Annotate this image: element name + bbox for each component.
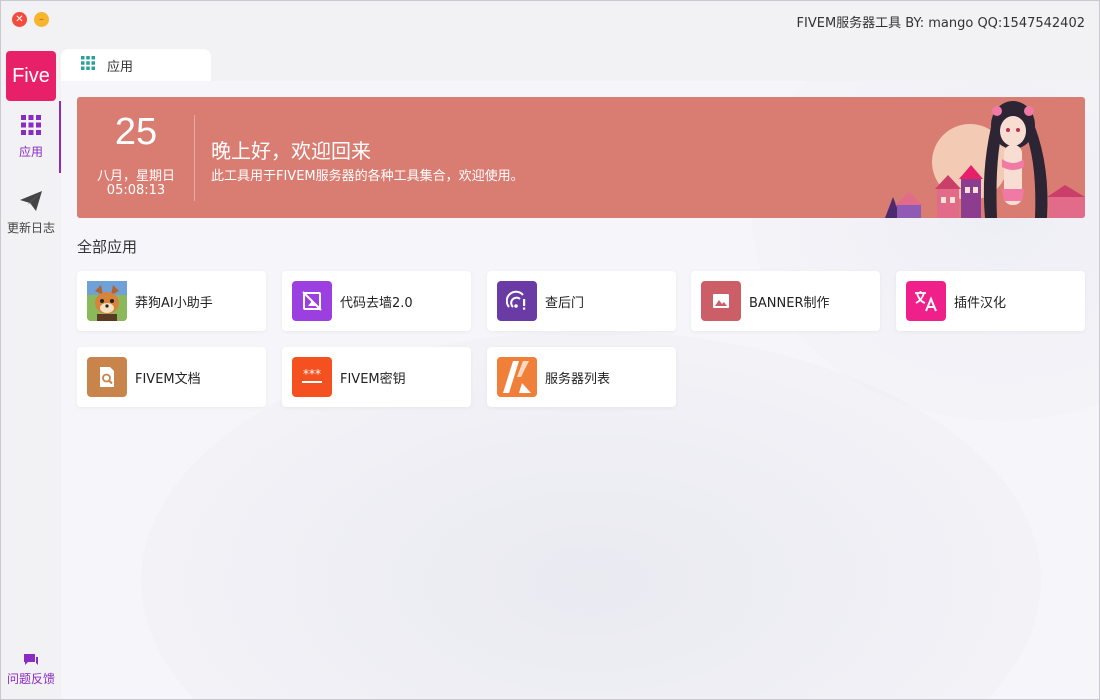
svg-text:***: *** xyxy=(303,367,321,381)
no-image-icon xyxy=(292,281,332,321)
app-card-fivem-docs[interactable]: FIVEM文档 xyxy=(77,347,266,407)
minimize-icon: – xyxy=(39,13,44,25)
section-title: 全部应用 xyxy=(77,238,138,256)
fivem-logo-icon xyxy=(497,357,537,397)
app-card-plugin-translate[interactable]: 插件汉化 xyxy=(896,271,1085,331)
signal-alert-icon xyxy=(497,281,537,321)
password-icon: *** xyxy=(292,357,332,397)
close-window-button[interactable]: ✕ xyxy=(12,12,27,27)
paper-plane-icon xyxy=(19,190,43,215)
date-weekday: 八月，星期日 xyxy=(96,169,175,184)
app-label: FIVEM密钥 xyxy=(340,371,406,387)
close-icon: ✕ xyxy=(15,13,24,25)
app-label: 插件汉化 xyxy=(954,295,1007,311)
grid-icon xyxy=(81,56,95,74)
app-label: BANNER制作 xyxy=(749,295,830,311)
grid-icon xyxy=(20,114,42,139)
document-search-icon xyxy=(87,357,127,397)
feedback-button[interactable]: 问题反馈 xyxy=(1,653,61,687)
app-logo: Five xyxy=(6,51,56,101)
app-label: 莽狗AI小助手 xyxy=(135,295,213,311)
titlebar: ✕ – FIVEM服务器工具 BY: mango QQ:1547542402 xyxy=(1,1,1099,41)
feedback-label: 问题反馈 xyxy=(6,672,55,686)
dog-avatar-icon xyxy=(87,281,127,321)
app-label: FIVEM文档 xyxy=(135,371,201,387)
minimize-window-button[interactable]: – xyxy=(34,12,49,27)
image-icon xyxy=(701,281,741,321)
tab-label: 应用 xyxy=(107,59,134,75)
app-card-banner-maker[interactable]: BANNER制作 xyxy=(691,271,880,331)
banner-illustration xyxy=(885,101,1085,218)
sidebar-item-label: 应用 xyxy=(18,145,43,159)
app-card-backdoor-scan[interactable]: 查后门 xyxy=(487,271,676,331)
chat-icon xyxy=(23,653,39,670)
welcome-banner: 25 八月，星期日 05:08:13 晚上好，欢迎回来 此工具用于FIVEM服务… xyxy=(77,97,1085,218)
greeting-heading: 晚上好，欢迎回来 xyxy=(211,139,371,163)
translate-icon xyxy=(906,281,946,321)
app-label: 代码去墙2.0 xyxy=(340,295,413,311)
tab-apps[interactable]: 应用 xyxy=(61,49,211,81)
sidebar: Five 应用 更新日志 问题反馈 xyxy=(1,41,61,699)
date-block: 25 八月，星期日 05:08:13 xyxy=(77,97,195,218)
app-card-ai-assistant[interactable]: 莽狗AI小助手 xyxy=(77,271,266,331)
window-title: FIVEM服务器工具 BY: mango QQ:1547542402 xyxy=(796,16,1085,31)
greeting-subtitle: 此工具用于FIVEM服务器的各种工具集合，欢迎使用。 xyxy=(211,169,524,184)
app-card-code-unwall[interactable]: 代码去墙2.0 xyxy=(282,271,471,331)
sidebar-item-apps[interactable]: 应用 xyxy=(1,101,61,173)
sidebar-item-changelog[interactable]: 更新日志 xyxy=(1,177,61,249)
main-content: 25 八月，星期日 05:08:13 晚上好，欢迎回来 此工具用于FIVEM服务… xyxy=(61,81,1099,699)
app-window: ✕ – FIVEM服务器工具 BY: mango QQ:1547542402 F… xyxy=(0,0,1100,700)
app-card-fivem-key[interactable]: *** FIVEM密钥 xyxy=(282,347,471,407)
banner-divider xyxy=(194,115,195,201)
app-label: 查后门 xyxy=(545,295,585,311)
app-label: 服务器列表 xyxy=(545,371,611,387)
date-day: 25 xyxy=(114,111,158,153)
clock-time: 05:08:13 xyxy=(106,183,166,198)
app-card-server-list[interactable]: 服务器列表 xyxy=(487,347,676,407)
sidebar-item-label: 更新日志 xyxy=(6,221,55,235)
